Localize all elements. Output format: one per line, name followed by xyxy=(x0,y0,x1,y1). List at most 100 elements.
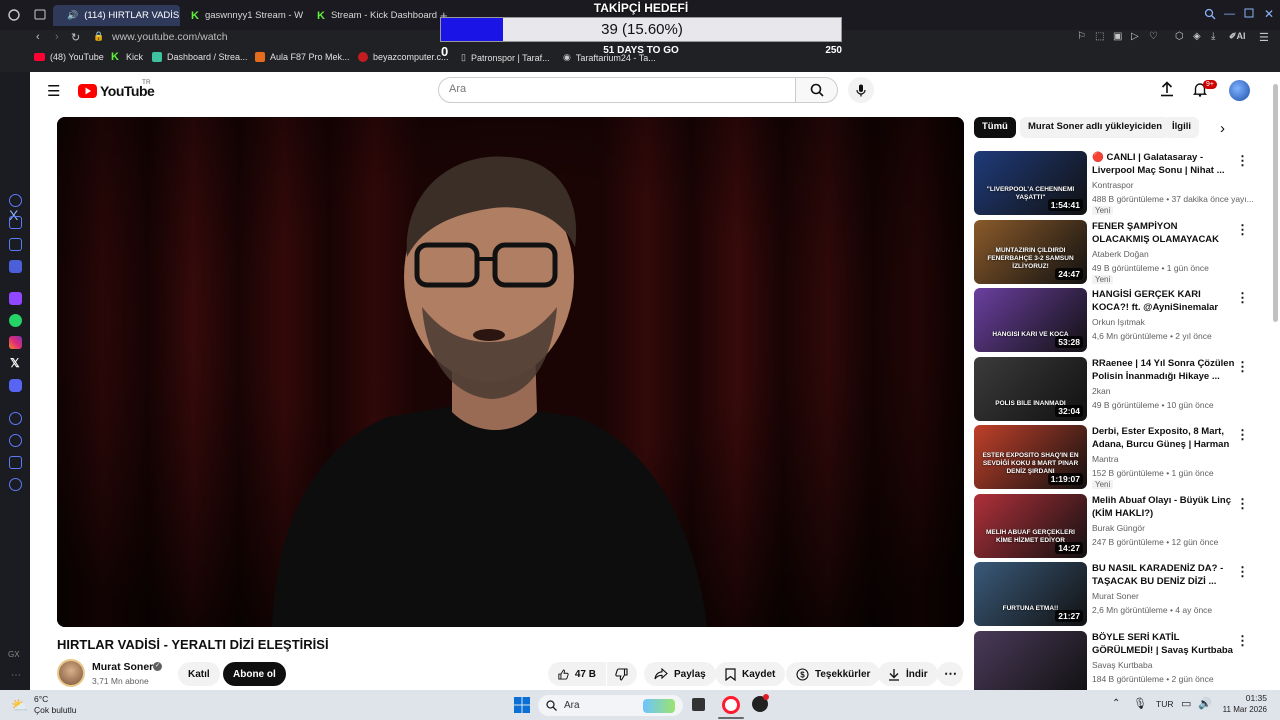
like-button[interactable]: 47 B xyxy=(548,662,606,686)
whatsapp-icon[interactable] xyxy=(9,314,22,327)
close-window-icon[interactable]: ✕ xyxy=(1264,7,1274,21)
channel-avatar[interactable] xyxy=(57,659,85,687)
bookmark-youtube[interactable]: (48) YouTube xyxy=(34,52,104,62)
recommendation-item[interactable]: MÜNTAZIRİN ÇILDIRDI FENERBAHÇE 3-2 SAMSU… xyxy=(974,219,1249,284)
chip-related[interactable]: İlgili xyxy=(1164,117,1199,138)
instagram-icon[interactable] xyxy=(9,336,22,349)
weather-desc[interactable]: Çok bulutlu xyxy=(34,705,77,715)
chips-next-icon[interactable]: › xyxy=(1220,120,1225,137)
account-avatar[interactable] xyxy=(1229,80,1250,101)
rec-title[interactable]: FENER ŞAMPİYON OLACAKMIŞ OLAMAYACAK ULAN… xyxy=(1092,220,1237,247)
rec-thumbnail[interactable] xyxy=(974,630,1087,690)
chip-uploader[interactable]: Murat Soner adlı yükleyiciden xyxy=(1020,117,1171,138)
recommendation-item[interactable]: "LIVERPOOL'A CEHENNEMİ YAŞATTI" 1:54:41 🔴 … xyxy=(974,151,1254,215)
rec-thumbnail[interactable]: POLİS BİLE İNANMADI 32:04 xyxy=(974,356,1087,421)
robot-rail-icon[interactable] xyxy=(9,216,22,229)
thanks-button[interactable]: $ Teşekkürler xyxy=(786,662,881,686)
discord-icon[interactable] xyxy=(9,379,22,392)
more-rail-icon[interactable]: ⋯ xyxy=(11,670,21,681)
bookmark-page-icon[interactable]: ⚐ xyxy=(1077,31,1086,42)
rec-channel[interactable]: Kontraspor xyxy=(1092,180,1134,190)
rec-channel[interactable]: 2kan xyxy=(1092,386,1110,396)
more-actions-button[interactable]: ⋯ xyxy=(937,662,963,686)
clock-date[interactable]: 11 Mar 2026 xyxy=(1208,705,1267,714)
recommendation-item[interactable]: POLİS BİLE İNANMADI 32:04 RRaenee | 14 Yıl… xyxy=(974,356,1249,421)
weather-temp[interactable]: 6°C xyxy=(34,694,48,704)
search-button[interactable] xyxy=(796,77,838,103)
rec-thumbnail[interactable]: FURTUNA ETMA!! 21:27 xyxy=(974,562,1087,626)
wallet-rail-icon[interactable] xyxy=(9,238,22,251)
tab-youtube[interactable]: 🔊 (114) HIRTLAR VADİSİ xyxy=(53,5,180,26)
rec-channel[interactable]: Savaş Kurtbaba xyxy=(1092,660,1152,670)
search-input[interactable]: Ara xyxy=(438,77,796,103)
microphone-tray-icon[interactable]: 🎙 xyxy=(1133,697,1147,710)
rec-menu-icon[interactable]: ⋮ xyxy=(1236,359,1249,375)
save-button[interactable]: Kaydet xyxy=(715,662,786,686)
rec-title[interactable]: Melih Abuaf Olayı - Büyük Linç (KİM HAKL… xyxy=(1092,494,1237,520)
voice-search-button[interactable] xyxy=(848,77,874,103)
extensions-icon[interactable]: ⬡ xyxy=(1175,31,1184,42)
search-tabs-icon[interactable] xyxy=(1204,8,1216,20)
file-explorer-icon[interactable] xyxy=(692,698,705,711)
twitch-icon[interactable] xyxy=(9,292,22,305)
language-indicator[interactable]: TUR xyxy=(1156,699,1173,709)
weather-cloud-icon[interactable]: ⛅ xyxy=(11,697,28,714)
rec-thumbnail[interactable]: MÜNTAZIRİN ÇILDIRDI FENERBAHÇE 3-2 SAMSU… xyxy=(974,219,1087,284)
rec-title[interactable]: 🔴 CANLI | Galatasaray - Liverpool Maç So… xyxy=(1092,151,1237,177)
settings-rail-icon[interactable] xyxy=(9,478,22,491)
rec-channel[interactable]: Orkun Işıtmak xyxy=(1092,317,1145,327)
reload-icon[interactable]: ↻ xyxy=(71,31,80,44)
heart-icon[interactable]: ♡ xyxy=(1149,31,1158,42)
recommendation-item[interactable]: ESTER EXPOSITO SHAQ'IN EN SEVDİĞİ KOKU 8… xyxy=(974,425,1249,489)
browser-settings-icon[interactable]: ☰ xyxy=(1259,31,1269,44)
rec-title[interactable]: Derbi, Ester Exposito, 8 Mart, Adana, Bu… xyxy=(1092,425,1237,452)
page-scrollbar[interactable] xyxy=(1273,84,1278,322)
download-icon[interactable]: ⤓ xyxy=(1211,31,1215,42)
recommendation-item[interactable]: HANGİSİ KARI VE KOCA 53:28 HANGİSİ GERÇEK … xyxy=(974,288,1249,352)
back-icon[interactable]: ‹ xyxy=(36,31,40,43)
bookmark-kick[interactable]: K Kick xyxy=(111,52,143,63)
share-button[interactable]: Paylaş xyxy=(644,662,716,686)
rec-menu-icon[interactable]: ⋮ xyxy=(1236,290,1249,306)
clock-rail-icon[interactable] xyxy=(9,434,22,447)
rec-channel[interactable]: Mantra xyxy=(1092,454,1118,464)
recommendation-item[interactable]: FURTUNA ETMA!! 21:27 BU NASIL KARADENİZ DA… xyxy=(974,562,1249,626)
rec-channel[interactable]: Murat Soner xyxy=(1092,591,1139,601)
rec-thumbnail[interactable]: "LIVERPOOL'A CEHENNEMİ YAŞATTI" 1:54:41 xyxy=(974,151,1087,215)
messenger-rail-icon[interactable] xyxy=(9,260,22,273)
channel-name[interactable]: Murat Soner xyxy=(92,661,153,673)
rec-menu-icon[interactable]: ⋮ xyxy=(1236,427,1249,443)
subscribe-button[interactable]: Abone ol xyxy=(223,662,286,686)
video-player[interactable] xyxy=(57,117,964,627)
rec-menu-icon[interactable]: ⋮ xyxy=(1236,633,1249,649)
x-twitter-icon[interactable]: 𝕏 xyxy=(10,356,20,370)
wallet-icon[interactable]: ▣ xyxy=(1113,31,1122,42)
rec-menu-icon[interactable]: ⋮ xyxy=(1236,153,1249,169)
url-field[interactable]: www.youtube.com/watch xyxy=(112,31,228,43)
join-button[interactable]: Katıl xyxy=(178,662,220,686)
rec-menu-icon[interactable]: ⋮ xyxy=(1236,496,1249,512)
rec-title[interactable]: RRaenee | 14 Yıl Sonra Çözülen Polisin İ… xyxy=(1092,357,1237,383)
rec-menu-icon[interactable]: ⋮ xyxy=(1236,222,1249,238)
minimize-icon[interactable]: — xyxy=(1224,8,1235,20)
history-rail-icon[interactable] xyxy=(9,194,22,207)
recommendation-item[interactable]: MELİH ABUAF GERÇEKLERİ KİME HİZMET EDİYO… xyxy=(974,493,1249,558)
rec-thumbnail[interactable]: MELİH ABUAF GERÇEKLERİ KİME HİZMET EDİYO… xyxy=(974,493,1087,558)
upload-button[interactable] xyxy=(1160,81,1174,97)
screenshot-icon[interactable]: ⬚ xyxy=(1095,31,1104,42)
ai-icon[interactable]: ✐AI xyxy=(1229,31,1246,42)
dislike-button[interactable] xyxy=(607,662,637,686)
opera-gx-icon[interactable] xyxy=(722,696,740,714)
bookmark-aula[interactable]: Aula F87 Pro Mek... xyxy=(255,52,350,62)
rec-title[interactable]: BU NASIL KARADENİZ DA? - TAŞACAK BU DENİ… xyxy=(1092,562,1237,588)
tab-overview-icon[interactable] xyxy=(34,9,46,20)
rec-menu-icon[interactable]: ⋮ xyxy=(1236,564,1249,580)
hamburger-menu-icon[interactable]: ☰ xyxy=(47,82,60,100)
speaker-icon[interactable]: 🔊 xyxy=(67,10,78,21)
player-rail-icon[interactable] xyxy=(9,412,22,425)
recommendation-item[interactable]: BÖYLE SERİ KATİL GÖRÜLMEDİ! | Savaş Kurt… xyxy=(974,630,1249,690)
rec-title[interactable]: BÖYLE SERİ KATİL GÖRÜLMEDİ! | Savaş Kurt… xyxy=(1092,631,1237,658)
rec-channel[interactable]: Burak Güngör xyxy=(1092,523,1145,533)
youtube-logo[interactable]: YouTube TR xyxy=(78,79,155,99)
network-icon[interactable]: ▭ xyxy=(1181,697,1191,710)
